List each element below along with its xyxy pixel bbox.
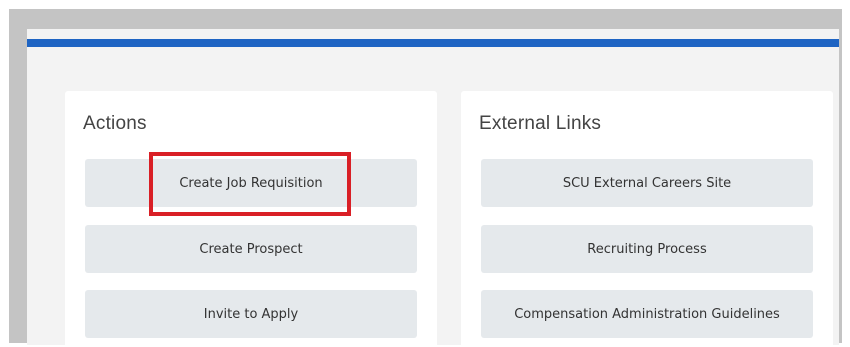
screenshot-frame: Actions Create Job Requisition Create Pr… (9, 9, 842, 345)
external-links-panel-title: External Links (479, 113, 602, 134)
actions-panel-title: Actions (83, 113, 147, 134)
external-links-panel: External Links SCU External Careers Site… (461, 91, 833, 345)
header-accent-bar (27, 39, 839, 47)
actions-panel: Actions Create Job Requisition Create Pr… (65, 91, 437, 345)
create-prospect-button[interactable]: Create Prospect (85, 225, 417, 273)
scu-external-careers-site-button[interactable]: SCU External Careers Site (481, 159, 813, 207)
recruiting-process-button[interactable]: Recruiting Process (481, 225, 813, 273)
create-job-requisition-button[interactable]: Create Job Requisition (85, 159, 417, 207)
invite-to-apply-button[interactable]: Invite to Apply (85, 290, 417, 338)
compensation-administration-guidelines-button[interactable]: Compensation Administration Guidelines (481, 290, 813, 338)
workday-dashboard: Actions Create Job Requisition Create Pr… (27, 29, 839, 345)
